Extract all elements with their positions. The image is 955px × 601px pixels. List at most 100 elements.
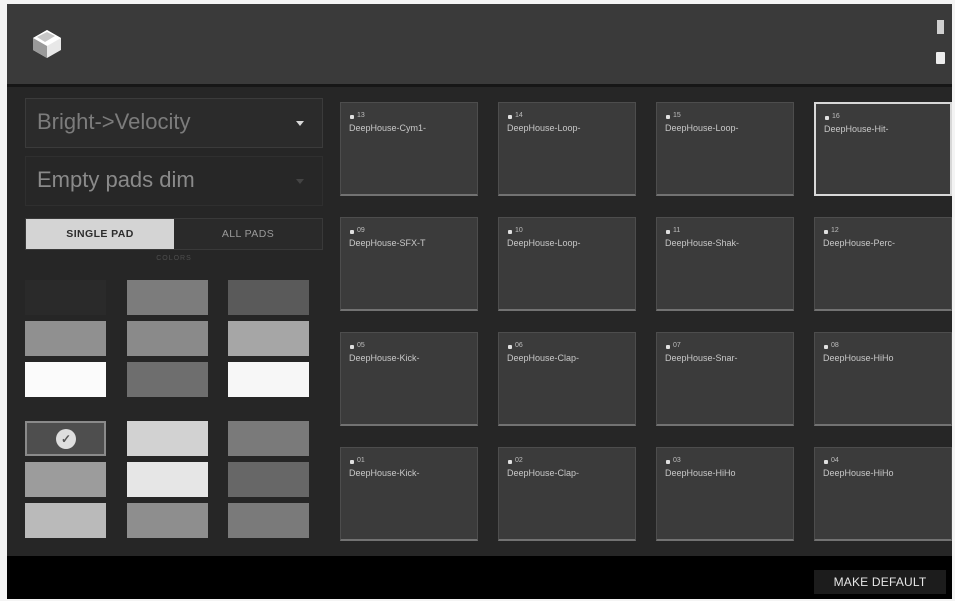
pad-sample-name: DeepHouse-HiHo [823, 468, 894, 478]
pad-indicator-icon [508, 460, 512, 464]
color-swatch[interactable] [25, 462, 106, 497]
pad-11[interactable]: 11 DeepHouse-Shak- [656, 217, 794, 311]
pad-indicator-icon [824, 345, 828, 349]
pad-14[interactable]: 14 DeepHouse-Loop- [498, 102, 636, 196]
pad-01[interactable]: 01 DeepHouse-Kick- [340, 447, 478, 541]
color-swatch[interactable] [25, 321, 106, 356]
pad-indicator-icon [508, 345, 512, 349]
pad-indicator-icon [350, 230, 354, 234]
pad-number: 11 [673, 227, 681, 234]
pad-12[interactable]: 12 DeepHouse-Perc- [814, 217, 952, 311]
pad-sample-name: DeepHouse-Snar- [665, 353, 738, 363]
pad-scope-toggle: SINGLE PAD ALL PADS [25, 218, 323, 250]
single-pad-button[interactable]: SINGLE PAD [26, 219, 174, 249]
color-swatch[interactable] [127, 462, 208, 497]
top-right-indicators [936, 20, 946, 64]
color-swatch[interactable] [25, 362, 106, 397]
pad-15[interactable]: 15 DeepHouse-Loop- [656, 102, 794, 196]
pad-number: 04 [831, 457, 839, 464]
color-swatch[interactable] [127, 362, 208, 397]
pad-number: 15 [673, 112, 681, 119]
make-default-button[interactable]: MAKE DEFAULT [814, 570, 946, 594]
pad-04[interactable]: 04 DeepHouse-HiHo [814, 447, 952, 541]
color-swatch[interactable] [228, 362, 309, 397]
pad-10[interactable]: 10 DeepHouse-Loop- [498, 217, 636, 311]
chevron-down-icon [296, 179, 304, 184]
pad-number: 02 [515, 457, 523, 464]
pad-indicator-icon [666, 230, 670, 234]
pad-number: 07 [673, 342, 681, 349]
pad-indicator-icon [350, 115, 354, 119]
pad-sample-name: DeepHouse-SFX-T [349, 238, 426, 248]
pad-number: 03 [673, 457, 681, 464]
pad-number: 05 [357, 342, 365, 349]
pad-sample-name: DeepHouse-Loop- [665, 123, 739, 133]
pad-sample-name: DeepHouse-HiHo [823, 353, 894, 363]
all-pads-button[interactable]: ALL PADS [174, 219, 322, 249]
color-swatch[interactable] [127, 421, 208, 456]
pad-sample-name: DeepHouse-Clap- [507, 468, 580, 478]
pad-13[interactable]: 13 DeepHouse-Cym1- [340, 102, 478, 196]
color-swatch[interactable] [228, 321, 309, 356]
pad-sample-name: DeepHouse-Kick- [349, 468, 420, 478]
top-bar [7, 4, 952, 87]
app-logo-icon[interactable] [29, 26, 65, 62]
color-swatch-grid: ✓ [25, 280, 315, 540]
color-swatch[interactable] [25, 503, 106, 538]
color-swatch[interactable] [127, 321, 208, 356]
pad-indicator-icon [666, 460, 670, 464]
pad-08[interactable]: 08 DeepHouse-HiHo [814, 332, 952, 426]
checkmark-icon: ✓ [56, 429, 76, 449]
pad-02[interactable]: 02 DeepHouse-Clap- [498, 447, 636, 541]
color-swatch[interactable] [228, 503, 309, 538]
color-swatch[interactable]: ✓ [25, 421, 106, 456]
pad-indicator-icon [350, 345, 354, 349]
pad-number: 10 [515, 227, 523, 234]
pad-indicator-icon [508, 230, 512, 234]
pad-number: 14 [515, 112, 523, 119]
color-swatch[interactable] [127, 503, 208, 538]
colors-label: COLORS [156, 255, 192, 262]
pad-mode-dropdown[interactable]: Bright->Velocity [25, 98, 323, 148]
color-swatch[interactable] [228, 280, 309, 315]
pad-number: 16 [832, 113, 840, 120]
pad-indicator-icon [825, 116, 829, 120]
pad-sample-name: DeepHouse-Loop- [507, 238, 581, 248]
empty-pads-dropdown[interactable]: Empty pads dim [25, 156, 323, 206]
pad-number: 13 [357, 112, 365, 119]
pad-16[interactable]: 16 DeepHouse-Hit- [814, 102, 952, 196]
color-swatch[interactable] [25, 280, 106, 315]
color-swatch[interactable] [228, 421, 309, 456]
color-swatch[interactable] [228, 462, 309, 497]
chevron-down-icon [296, 121, 304, 126]
empty-pads-dropdown-label: Empty pads dim [37, 167, 195, 192]
pad-indicator-icon [350, 460, 354, 464]
pad-sample-name: DeepHouse-Kick- [349, 353, 420, 363]
pad-sample-name: DeepHouse-Cym1- [349, 123, 427, 133]
status-icon [937, 20, 944, 34]
pad-number: 08 [831, 342, 839, 349]
pad-sample-name: DeepHouse-Loop- [507, 123, 581, 133]
pad-indicator-icon [666, 115, 670, 119]
pad-07[interactable]: 07 DeepHouse-Snar- [656, 332, 794, 426]
pad-03[interactable]: 03 DeepHouse-HiHo [656, 447, 794, 541]
color-swatch[interactable] [127, 280, 208, 315]
pad-indicator-icon [666, 345, 670, 349]
app-window: Bright->Velocity Empty pads dim SINGLE P… [7, 4, 952, 599]
pad-05[interactable]: 05 DeepHouse-Kick- [340, 332, 478, 426]
battery-icon [936, 52, 945, 64]
pad-indicator-icon [508, 115, 512, 119]
pad-number: 09 [357, 227, 365, 234]
bottom-bar: MAKE DEFAULT [7, 556, 952, 599]
pad-06[interactable]: 06 DeepHouse-Clap- [498, 332, 636, 426]
pad-09[interactable]: 09 DeepHouse-SFX-T [340, 217, 478, 311]
pad-indicator-icon [824, 230, 828, 234]
pad-indicator-icon [824, 460, 828, 464]
pad-number: 12 [831, 227, 839, 234]
pad-sample-name: DeepHouse-Hit- [824, 124, 889, 134]
pad-sample-name: DeepHouse-Perc- [823, 238, 896, 248]
pad-grid: 13 DeepHouse-Cym1- 14 DeepHouse-Loop- 15 Deep… [340, 102, 952, 547]
left-panel: Bright->Velocity Empty pads dim SINGLE P… [25, 98, 323, 265]
pad-sample-name: DeepHouse-Clap- [507, 353, 580, 363]
pad-number: 06 [515, 342, 523, 349]
